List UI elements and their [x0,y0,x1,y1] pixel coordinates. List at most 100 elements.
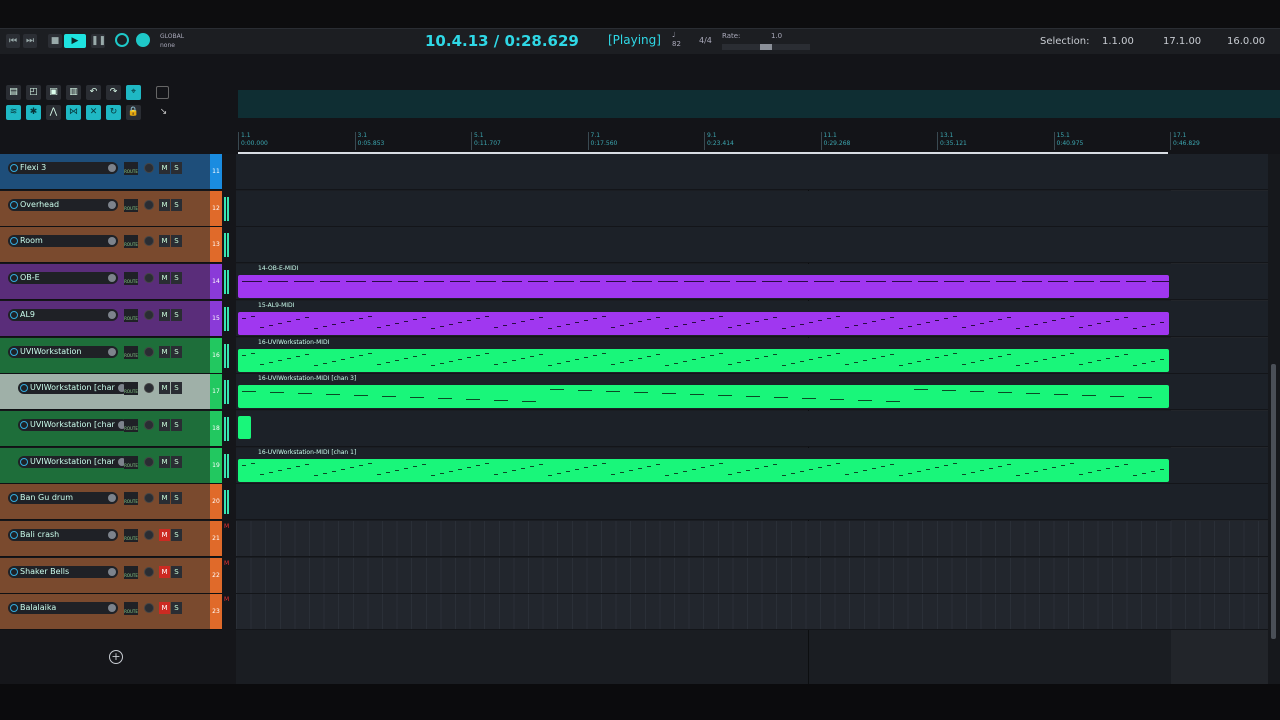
record-arm-icon[interactable] [144,493,154,503]
track-name-field[interactable]: Overhead [8,199,118,211]
marker-lane[interactable] [238,90,1280,118]
track-header[interactable]: Ban Gu drum ROUTE M S [0,484,210,520]
position-display[interactable]: 10.4.13 / 0:28.629 [425,32,579,50]
track-header[interactable]: AL9 ROUTE M S [0,301,210,337]
record-arm-icon[interactable] [144,457,154,467]
ripple-icon[interactable]: ≋ [6,105,21,120]
midi-clip-small[interactable] [238,416,251,439]
track-lane[interactable] [236,558,1268,594]
vertical-scrollbar[interactable] [1268,154,1280,684]
gear-icon[interactable]: ✱ [26,105,41,120]
solo-button[interactable]: S [171,382,182,394]
track-header[interactable]: Balalaika ROUTE M S [0,594,210,630]
track-header[interactable]: UVIWorkstation [char ROUTE M S [0,411,210,447]
mute-button[interactable]: M [159,492,170,504]
power-icon[interactable] [10,604,18,612]
stop-button[interactable]: ■ [48,34,62,48]
midi-clip[interactable] [238,312,1169,335]
trim-icon[interactable]: ⋈ [66,105,81,120]
solo-button[interactable]: S [171,235,182,247]
track-header[interactable]: UVIWorkstation [char ROUTE M S [0,374,210,410]
lock-icon[interactable]: 🔒 [126,105,141,120]
track-name-field[interactable]: UVIWorkstation [char [18,419,128,431]
scrollbar-thumb[interactable] [1271,364,1276,639]
volume-knob[interactable] [108,531,116,539]
record-arm-icon[interactable] [144,603,154,613]
track-header[interactable]: Bali crash ROUTE M S [0,521,210,557]
record-arm-icon[interactable] [144,200,154,210]
track-name-field[interactable]: AL9 [8,309,118,321]
track-header[interactable]: OB-E ROUTE M S [0,264,210,300]
time-signature[interactable]: 4/4 [699,36,712,45]
route-button[interactable]: ROUTE [124,235,138,248]
tempo-display[interactable]: ♩ 82 [672,31,681,49]
play-button[interactable]: ▶ [64,34,86,48]
track-lane[interactable] [236,484,1268,520]
volume-knob[interactable] [108,237,116,245]
envelope-icon[interactable]: ⋀ [46,105,61,120]
route-button[interactable]: ROUTE [124,602,138,615]
track-name-field[interactable]: UVIWorkstation [char [18,382,128,394]
power-icon[interactable] [20,384,28,392]
record-arm-icon[interactable] [144,310,154,320]
solo-button[interactable]: S [171,492,182,504]
volume-knob[interactable] [108,568,116,576]
route-button[interactable]: ROUTE [124,199,138,212]
mute-button[interactable]: M [159,162,170,174]
rate-control[interactable]: Rate: 1.0 [722,31,810,53]
track-name-field[interactable]: Flexi 3 [8,162,118,174]
go-to-start-icon[interactable]: ⏮ [6,34,20,48]
power-icon[interactable] [10,274,18,282]
solo-button[interactable]: S [171,272,182,284]
crossfade-icon[interactable]: ✕ [86,105,101,120]
track-lane[interactable] [236,227,1268,263]
volume-knob[interactable] [108,311,116,319]
mute-button[interactable]: M [159,199,170,211]
record-arm-icon[interactable] [144,567,154,577]
volume-knob[interactable] [108,348,116,356]
grid-icon[interactable] [156,86,169,99]
solo-button[interactable]: S [171,309,182,321]
midi-clip[interactable] [238,459,1169,482]
open-icon[interactable]: ◰ [26,85,41,100]
snap-icon[interactable]: ⌖ [126,85,141,100]
track-header[interactable]: Shaker Bells ROUTE M S [0,558,210,594]
route-button[interactable]: ROUTE [124,309,138,322]
mute-button[interactable]: M [159,309,170,321]
mute-button[interactable]: M [159,346,170,358]
solo-button[interactable]: S [171,346,182,358]
route-button[interactable]: ROUTE [124,529,138,542]
record-icon[interactable] [115,33,129,47]
record-arm-icon[interactable] [144,347,154,357]
route-button[interactable]: ROUTE [124,382,138,395]
track-name-field[interactable]: UVIWorkstation [char [18,456,128,468]
save-icon[interactable]: ▣ [46,85,61,100]
undo-icon[interactable]: ↶ [86,85,101,100]
record-arm-icon[interactable] [144,420,154,430]
track-header[interactable]: Room ROUTE M S [0,227,210,263]
timeline-ruler[interactable]: 1.1 0:00.000 3.1 0:05.853 5.1 0:11.707 7.1 0:17… [236,128,1280,154]
redo-icon[interactable]: ↷ [106,85,121,100]
record-arm-icon[interactable] [144,383,154,393]
track-lane[interactable] [236,521,1268,557]
repeat-icon[interactable] [136,33,150,47]
mute-button[interactable]: M [159,272,170,284]
solo-button[interactable]: S [171,162,182,174]
track-name-field[interactable]: OB-E [8,272,118,284]
power-icon[interactable] [10,348,18,356]
midi-clip[interactable] [238,385,1169,408]
track-name-field[interactable]: Balalaika [8,602,118,614]
solo-button[interactable]: S [171,199,182,211]
mute-button[interactable]: M [159,529,170,541]
power-icon[interactable] [10,311,18,319]
volume-knob[interactable] [108,164,116,172]
volume-knob[interactable] [108,274,116,282]
volume-knob[interactable] [108,604,116,612]
power-icon[interactable] [20,458,28,466]
mute-button[interactable]: M [159,602,170,614]
selection-start[interactable]: 1.1.00 [1102,36,1134,47]
solo-button[interactable]: S [171,456,182,468]
solo-button[interactable]: S [171,419,182,431]
mute-button[interactable]: M [159,456,170,468]
record-arm-icon[interactable] [144,236,154,246]
